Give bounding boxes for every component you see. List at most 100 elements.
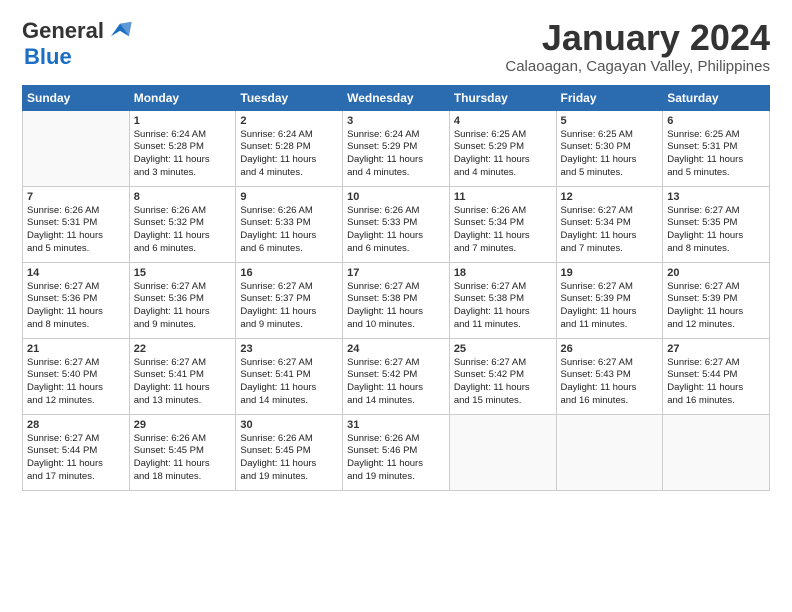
day-cell (663, 414, 770, 490)
day-number: 7 (27, 191, 125, 203)
day-cell: 27Sunrise: 6:27 AMSunset: 5:44 PMDayligh… (663, 338, 770, 414)
header-row: Sunday Monday Tuesday Wednesday Thursday… (23, 85, 770, 110)
day-info: Sunrise: 6:27 AMSunset: 5:40 PMDaylight:… (27, 357, 125, 408)
day-info: Sunrise: 6:26 AMSunset: 5:46 PMDaylight:… (347, 433, 445, 484)
header-wednesday: Wednesday (343, 85, 450, 110)
day-number: 25 (454, 343, 552, 355)
day-cell: 11 Sunrise: 6:26 AMSunset: 5:34 PMDayligh… (449, 186, 556, 262)
calendar-subtitle: Calaoagan, Cagayan Valley, Philippines (505, 58, 770, 75)
day-number: 31 (347, 419, 445, 431)
day-number: 10 (347, 191, 445, 203)
week-row-2: 14Sunrise: 6:27 AMSunset: 5:36 PMDayligh… (23, 262, 770, 338)
day-info: Sunrise: 6:27 AMSunset: 5:44 PMDaylight:… (667, 357, 765, 408)
day-cell: 30Sunrise: 6:26 AMSunset: 5:45 PMDayligh… (236, 414, 343, 490)
day-cell: 4 Sunrise: 6:25 AMSunset: 5:29 PMDaylight… (449, 110, 556, 186)
day-cell: 14Sunrise: 6:27 AMSunset: 5:36 PMDayligh… (23, 262, 130, 338)
header-tuesday: Tuesday (236, 85, 343, 110)
day-cell: 7 Sunrise: 6:26 AMSunset: 5:31 PMDaylight… (23, 186, 130, 262)
logo-blue: Blue (24, 44, 72, 69)
day-info: Sunrise: 6:25 AMSunset: 5:30 PMDaylight:… (561, 129, 659, 180)
day-number: 6 (667, 115, 765, 127)
calendar-header: Sunday Monday Tuesday Wednesday Thursday… (23, 85, 770, 110)
day-number: 9 (240, 191, 338, 203)
day-cell: 31 Sunrise: 6:26 AMSunset: 5:46 PMDayligh… (343, 414, 450, 490)
day-number: 21 (27, 343, 125, 355)
week-row-1: 7 Sunrise: 6:26 AMSunset: 5:31 PMDaylight… (23, 186, 770, 262)
header-monday: Monday (129, 85, 236, 110)
day-info: Sunrise: 6:27 AMSunset: 5:36 PMDaylight:… (134, 281, 232, 332)
day-info: Sunrise: 6:27 AMSunset: 5:36 PMDaylight:… (27, 281, 125, 332)
day-info: Sunrise: 6:25 AMSunset: 5:29 PMDaylight:… (454, 129, 552, 180)
calendar-body: 1 Sunrise: 6:24 AMSunset: 5:28 PMDaylight… (23, 110, 770, 490)
day-number: 2 (240, 115, 338, 127)
day-cell: 8 Sunrise: 6:26 AMSunset: 5:32 PMDaylight… (129, 186, 236, 262)
day-cell: 10Sunrise: 6:26 AMSunset: 5:33 PMDayligh… (343, 186, 450, 262)
day-info: Sunrise: 6:26 AMSunset: 5:32 PMDaylight:… (134, 205, 232, 256)
day-number: 23 (240, 343, 338, 355)
day-info: Sunrise: 6:25 AMSunset: 5:31 PMDaylight:… (667, 129, 765, 180)
week-row-4: 28 Sunrise: 6:27 AMSunset: 5:44 PMDayligh… (23, 414, 770, 490)
day-cell: 26 Sunrise: 6:27 AMSunset: 5:43 PMDayligh… (556, 338, 663, 414)
day-info: Sunrise: 6:27 AMSunset: 5:38 PMDaylight:… (454, 281, 552, 332)
calendar-title: January 2024 (505, 18, 770, 58)
week-row-0: 1 Sunrise: 6:24 AMSunset: 5:28 PMDaylight… (23, 110, 770, 186)
day-cell: 25 Sunrise: 6:27 AMSunset: 5:42 PMDayligh… (449, 338, 556, 414)
day-cell: 17 Sunrise: 6:27 AMSunset: 5:38 PMDayligh… (343, 262, 450, 338)
day-number: 1 (134, 115, 232, 127)
day-cell: 29Sunrise: 6:26 AMSunset: 5:45 PMDayligh… (129, 414, 236, 490)
day-number: 19 (561, 267, 659, 279)
day-info: Sunrise: 6:24 AMSunset: 5:28 PMDaylight:… (134, 129, 232, 180)
title-block: January 2024 Calaoagan, Cagayan Valley, … (505, 18, 770, 75)
header-saturday: Saturday (663, 85, 770, 110)
day-info: Sunrise: 6:26 AMSunset: 5:33 PMDaylight:… (240, 205, 338, 256)
day-info: Sunrise: 6:24 AMSunset: 5:28 PMDaylight:… (240, 129, 338, 180)
day-number: 3 (347, 115, 445, 127)
day-number: 26 (561, 343, 659, 355)
day-number: 11 (454, 191, 552, 203)
day-number: 28 (27, 419, 125, 431)
day-cell: 15 Sunrise: 6:27 AMSunset: 5:36 PMDayligh… (129, 262, 236, 338)
day-cell: 13Sunrise: 6:27 AMSunset: 5:35 PMDayligh… (663, 186, 770, 262)
week-row-3: 21 Sunrise: 6:27 AMSunset: 5:40 PMDayligh… (23, 338, 770, 414)
day-number: 12 (561, 191, 659, 203)
day-cell: 9 Sunrise: 6:26 AMSunset: 5:33 PMDaylight… (236, 186, 343, 262)
header-thursday: Thursday (449, 85, 556, 110)
day-info: Sunrise: 6:27 AMSunset: 5:39 PMDaylight:… (561, 281, 659, 332)
day-cell: 22 Sunrise: 6:27 AMSunset: 5:41 PMDayligh… (129, 338, 236, 414)
page: General Blue January 2024 Calaoagan, Cag… (0, 0, 792, 503)
day-info: Sunrise: 6:27 AMSunset: 5:35 PMDaylight:… (667, 205, 765, 256)
day-number: 16 (240, 267, 338, 279)
day-cell: 28 Sunrise: 6:27 AMSunset: 5:44 PMDayligh… (23, 414, 130, 490)
header-friday: Friday (556, 85, 663, 110)
day-cell: 18 Sunrise: 6:27 AMSunset: 5:38 PMDayligh… (449, 262, 556, 338)
day-cell (449, 414, 556, 490)
day-number: 4 (454, 115, 552, 127)
day-number: 17 (347, 267, 445, 279)
day-number: 22 (134, 343, 232, 355)
day-info: Sunrise: 6:26 AMSunset: 5:34 PMDaylight:… (454, 205, 552, 256)
day-info: Sunrise: 6:27 AMSunset: 5:44 PMDaylight:… (27, 433, 125, 484)
day-cell: 1 Sunrise: 6:24 AMSunset: 5:28 PMDaylight… (129, 110, 236, 186)
day-cell: 6 Sunrise: 6:25 AMSunset: 5:31 PMDaylight… (663, 110, 770, 186)
day-cell: 19 Sunrise: 6:27 AMSunset: 5:39 PMDayligh… (556, 262, 663, 338)
day-cell: 5Sunrise: 6:25 AMSunset: 5:30 PMDaylight… (556, 110, 663, 186)
header-sunday: Sunday (23, 85, 130, 110)
day-info: Sunrise: 6:24 AMSunset: 5:29 PMDaylight:… (347, 129, 445, 180)
day-info: Sunrise: 6:27 AMSunset: 5:39 PMDaylight:… (667, 281, 765, 332)
day-cell (23, 110, 130, 186)
day-number: 18 (454, 267, 552, 279)
day-info: Sunrise: 6:26 AMSunset: 5:45 PMDaylight:… (134, 433, 232, 484)
day-info: Sunrise: 6:27 AMSunset: 5:42 PMDaylight:… (454, 357, 552, 408)
header: General Blue January 2024 Calaoagan, Cag… (22, 18, 770, 75)
day-info: Sunrise: 6:27 AMSunset: 5:41 PMDaylight:… (134, 357, 232, 408)
day-number: 8 (134, 191, 232, 203)
day-info: Sunrise: 6:27 AMSunset: 5:41 PMDaylight:… (240, 357, 338, 408)
day-info: Sunrise: 6:26 AMSunset: 5:31 PMDaylight:… (27, 205, 125, 256)
day-info: Sunrise: 6:27 AMSunset: 5:42 PMDaylight:… (347, 357, 445, 408)
day-info: Sunrise: 6:27 AMSunset: 5:38 PMDaylight:… (347, 281, 445, 332)
day-number: 15 (134, 267, 232, 279)
day-number: 20 (667, 267, 765, 279)
day-info: Sunrise: 6:27 AMSunset: 5:34 PMDaylight:… (561, 205, 659, 256)
calendar-table: Sunday Monday Tuesday Wednesday Thursday… (22, 85, 770, 491)
day-info: Sunrise: 6:27 AMSunset: 5:43 PMDaylight:… (561, 357, 659, 408)
